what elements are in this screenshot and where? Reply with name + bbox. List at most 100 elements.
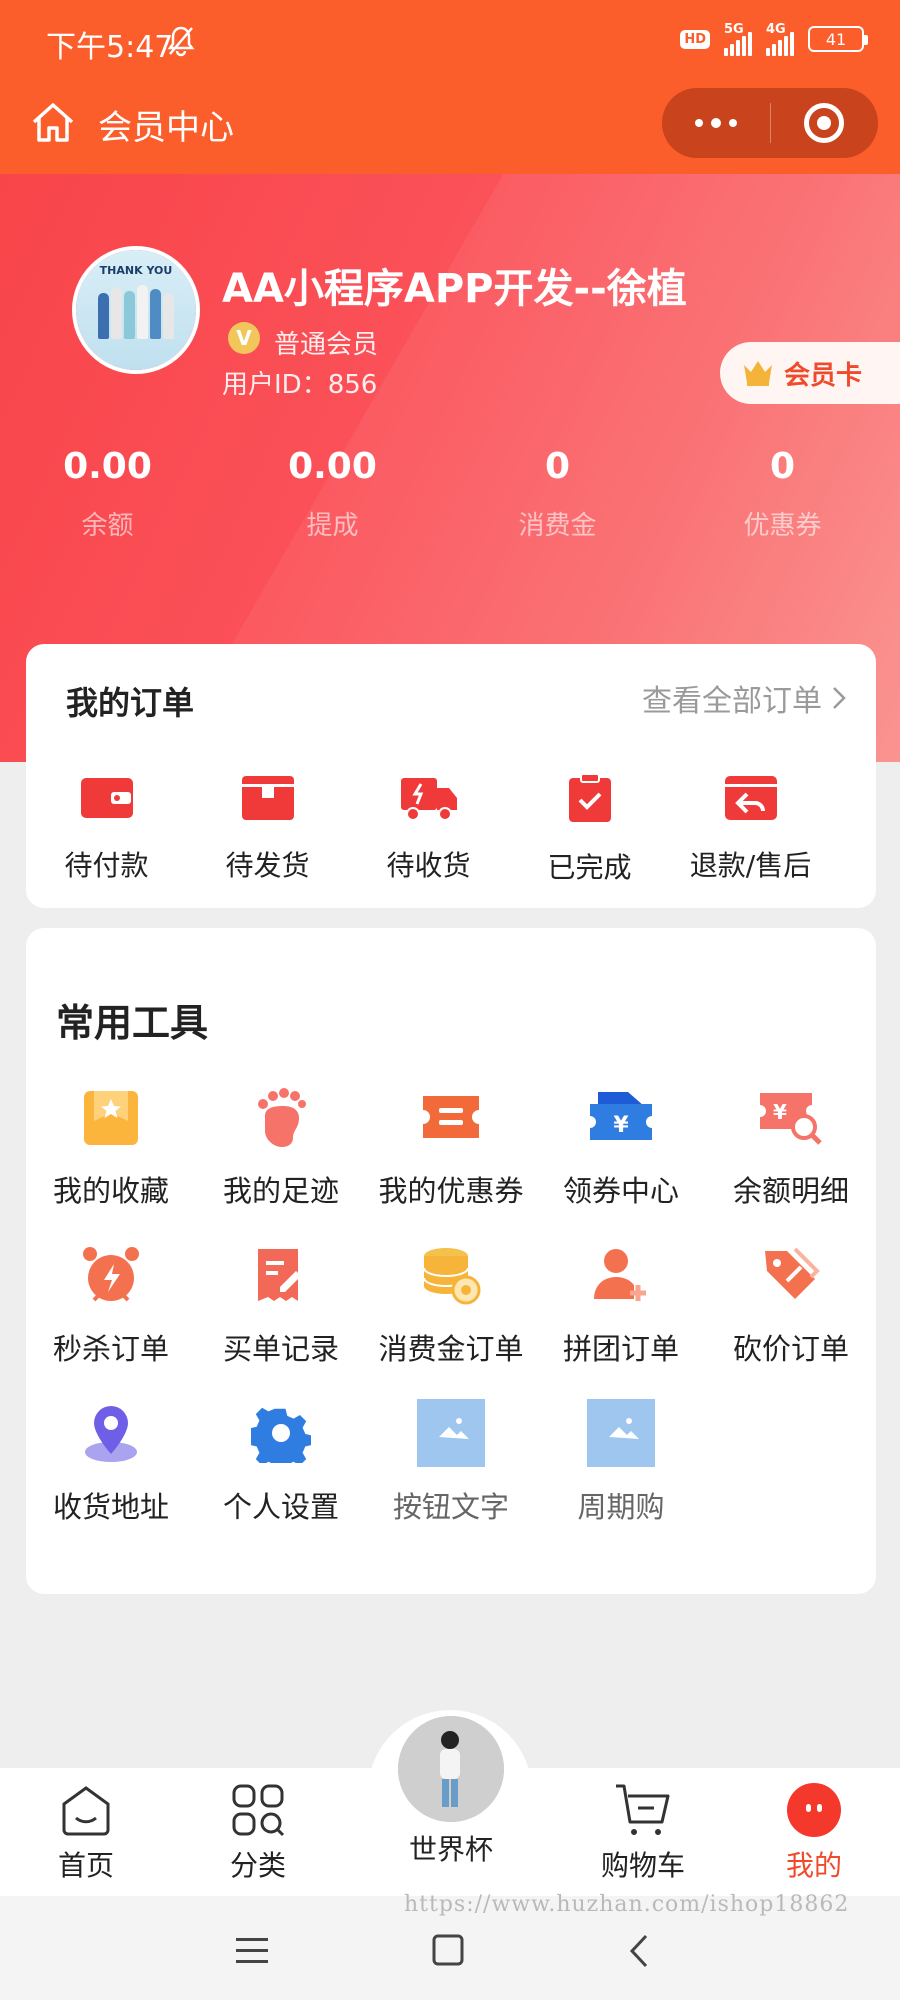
- tool-group-buy-orders[interactable]: 拼团订单: [536, 1240, 706, 1398]
- tool-my-coupons[interactable]: 我的优惠券: [366, 1082, 536, 1240]
- record-edit-icon: [246, 1240, 316, 1310]
- tool-label: 余额明细: [732, 1174, 849, 1208]
- user-id: 用户ID：856: [222, 370, 378, 400]
- orders-card: 我的订单 查看全部订单 待付款 待发货 待收货 已完成 退款/售后: [26, 644, 876, 908]
- tool-subscription[interactable]: 周期购: [536, 1398, 706, 1556]
- coins-icon: [416, 1240, 486, 1310]
- stat-value: 0: [769, 446, 796, 487]
- tool-consumption-orders[interactable]: 消费金订单: [366, 1240, 536, 1398]
- price-tag-icon: [756, 1240, 826, 1310]
- tool-bill-records[interactable]: 买单记录: [196, 1240, 366, 1398]
- status-time: 下午5:47: [46, 30, 174, 65]
- order-label: 待付款: [64, 849, 149, 882]
- tool-label: 领券中心: [562, 1174, 679, 1208]
- orders-title: 我的订单: [66, 684, 195, 722]
- order-refund[interactable]: 退款/售后: [670, 772, 831, 886]
- stat-balance[interactable]: 0.00 余额: [0, 446, 225, 542]
- user-add-icon: [586, 1240, 656, 1310]
- tools-grid: 我的收藏 我的足迹 我的优惠券 ¥ 领券中心 ¥ 余额明细 秒杀订单 买单记录 …: [26, 1082, 876, 1556]
- order-pending-shipment[interactable]: 待发货: [187, 772, 348, 886]
- tool-personal-settings[interactable]: 个人设置: [196, 1398, 366, 1556]
- battery-icon: 41: [808, 26, 868, 52]
- top-bar: 下午5:47 HD 5G 4G 41 会员中心: [0, 0, 900, 174]
- avatar[interactable]: THANK YOU: [72, 246, 200, 374]
- home-square-icon[interactable]: [432, 1934, 464, 1970]
- home-nav-icon[interactable]: [28, 98, 78, 152]
- member-card-button[interactable]: 会员卡: [720, 342, 900, 404]
- back-icon[interactable]: [628, 1934, 650, 1972]
- stat-commission[interactable]: 0.00 提成: [215, 446, 450, 542]
- tool-label: 周期购: [577, 1490, 665, 1524]
- tab-world-cup[interactable]: 世界杯: [381, 1782, 521, 1868]
- chevron-right-icon: [833, 687, 846, 709]
- tool-balance-detail[interactable]: ¥ 余额明细: [706, 1082, 876, 1240]
- tools-title: 常用工具: [56, 1001, 209, 1045]
- order-label: 待发货: [225, 849, 310, 882]
- status-bar: 下午5:47 HD 5G 4G 41: [0, 0, 900, 84]
- tab-home[interactable]: 首页: [16, 1782, 156, 1884]
- tool-label: 我的优惠券: [378, 1174, 524, 1208]
- truck-icon: [400, 778, 457, 821]
- tool-favorites[interactable]: 我的收藏: [26, 1082, 196, 1240]
- location-pin-icon: [76, 1398, 146, 1468]
- stats-row: 0.00 余额 0.00 提成 0 消费金 0 优惠券: [0, 446, 900, 542]
- tool-label: 消费金订单: [378, 1332, 524, 1366]
- status-right: HD 5G 4G 41: [680, 22, 868, 56]
- gear-icon: [246, 1398, 316, 1468]
- footprint-icon: [246, 1082, 316, 1152]
- tool-button-text[interactable]: 按钮文字: [366, 1398, 536, 1556]
- clipboard-check-icon: [568, 773, 611, 822]
- muted-bell-icon: [166, 24, 196, 62]
- tool-flash-sale-orders[interactable]: 秒杀订单: [26, 1240, 196, 1398]
- order-label: 退款/售后: [689, 849, 812, 882]
- order-completed[interactable]: 已完成: [509, 772, 670, 886]
- stat-label: 消费金: [518, 511, 597, 541]
- avatar-caption: THANK YOU: [99, 264, 173, 277]
- stat-value: 0.00: [63, 446, 152, 487]
- signal-5g-icon: 5G: [724, 22, 752, 56]
- tool-label: 砍价订单: [732, 1332, 849, 1366]
- target-icon: [804, 103, 845, 143]
- tab-label: 我的: [785, 1849, 842, 1882]
- member-card-label: 会员卡: [784, 360, 863, 391]
- tools-card: 常用工具 我的收藏 我的足迹 我的优惠券 ¥ 领券中心 ¥ 余额明细 秒杀订单 …: [26, 928, 876, 1594]
- menu-icon[interactable]: [236, 1936, 268, 1970]
- nav-bar: 会员中心: [0, 84, 900, 174]
- view-all-label: 查看全部订单: [642, 684, 822, 719]
- tool-label: 按钮文字: [392, 1490, 509, 1524]
- tab-mine[interactable]: 我的: [744, 1782, 884, 1884]
- tab-label: 世界杯: [408, 1833, 493, 1866]
- tab-label: 分类: [229, 1849, 286, 1882]
- tool-label: 买单记录: [222, 1332, 339, 1366]
- mini-program-capsule: [662, 88, 878, 158]
- image-placeholder-icon: [586, 1398, 656, 1468]
- more-menu-button[interactable]: [662, 88, 770, 158]
- image-placeholder-icon: [416, 1398, 486, 1468]
- close-program-button[interactable]: [771, 88, 879, 158]
- order-pending-receipt[interactable]: 待收货: [348, 772, 509, 886]
- stat-consumption[interactable]: 0 消费金: [440, 446, 675, 542]
- box-icon: [241, 776, 294, 820]
- star-folder-icon: [76, 1082, 146, 1152]
- tab-category[interactable]: 分类: [188, 1782, 328, 1884]
- tool-label: 拼团订单: [562, 1332, 679, 1366]
- tab-cart[interactable]: 购物车: [573, 1782, 713, 1884]
- tool-footprints[interactable]: 我的足迹: [196, 1082, 366, 1240]
- wallet-icon: [80, 778, 133, 818]
- tool-bargain-orders[interactable]: 砍价订单: [706, 1240, 876, 1398]
- stat-value: 0: [544, 446, 571, 487]
- hd-badge: HD: [680, 29, 710, 49]
- stat-coupons[interactable]: 0 优惠券: [665, 446, 900, 542]
- order-label: 已完成: [547, 851, 632, 884]
- tool-label: 我的足迹: [222, 1174, 339, 1208]
- tool-label: 个人设置: [222, 1490, 339, 1524]
- tool-shipping-address[interactable]: 收货地址: [26, 1398, 196, 1556]
- cart-icon: [616, 1784, 670, 1835]
- order-pending-payment[interactable]: 待付款: [26, 772, 187, 886]
- stat-label: 余额: [81, 511, 134, 541]
- view-all-orders-link[interactable]: 查看全部订单: [642, 676, 846, 720]
- tool-label: 秒杀订单: [52, 1332, 169, 1366]
- profile-icon: [787, 1783, 841, 1837]
- tool-coupon-center[interactable]: ¥ 领券中心: [536, 1082, 706, 1240]
- order-label: 待收货: [386, 849, 471, 882]
